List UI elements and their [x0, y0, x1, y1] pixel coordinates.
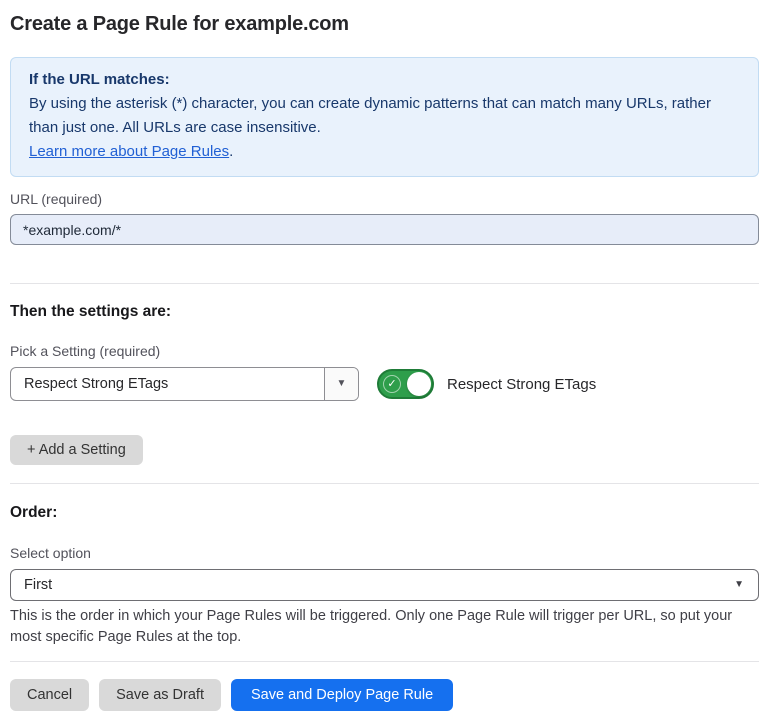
url-input[interactable] [10, 214, 759, 245]
pick-setting-label: Pick a Setting (required) [10, 343, 759, 359]
setting-select-value: Respect Strong ETags [11, 376, 324, 392]
settings-section-heading: Then the settings are: [10, 303, 759, 321]
url-label: URL (required) [10, 191, 759, 207]
divider [10, 661, 759, 662]
learn-more-link[interactable]: Learn more about Page Rules [29, 143, 229, 160]
create-page-rule-panel: Create a Page Rule for example.com If th… [0, 0, 769, 711]
cancel-button[interactable]: Cancel [10, 679, 89, 711]
add-setting-button[interactable]: + Add a Setting [10, 435, 143, 465]
info-box-link-line: Learn more about Page Rules. [29, 140, 740, 164]
save-deploy-button[interactable]: Save and Deploy Page Rule [231, 679, 453, 711]
setting-row: Respect Strong ETags ▼ ✓ Respect Strong … [10, 367, 759, 401]
info-box-heading: If the URL matches: [29, 68, 740, 92]
link-period: . [229, 143, 233, 160]
setting-select[interactable]: Respect Strong ETags ▼ [10, 367, 359, 401]
divider [10, 483, 759, 484]
setting-toggle-label: Respect Strong ETags [447, 376, 596, 393]
order-help-text: This is the order in which your Page Rul… [10, 606, 759, 648]
footer-actions: Cancel Save as Draft Save and Deploy Pag… [10, 679, 759, 711]
chevron-down-icon: ▼ [337, 379, 347, 389]
order-select-value: First [11, 577, 734, 593]
toggle-knob [407, 372, 431, 396]
divider [10, 283, 759, 284]
order-section-heading: Order: [10, 504, 759, 522]
url-match-info-box: If the URL matches: By using the asteris… [10, 57, 759, 177]
setting-toggle[interactable]: ✓ [377, 369, 434, 399]
setting-select-arrow-button[interactable]: ▼ [324, 368, 358, 400]
check-icon: ✓ [383, 375, 401, 393]
info-box-body: By using the asterisk (*) character, you… [29, 92, 740, 140]
save-draft-button[interactable]: Save as Draft [99, 679, 221, 711]
select-option-label: Select option [10, 545, 759, 561]
chevron-down-icon: ▼ [734, 580, 744, 590]
page-title: Create a Page Rule for example.com [10, 12, 759, 36]
order-select[interactable]: First ▼ [10, 569, 759, 601]
